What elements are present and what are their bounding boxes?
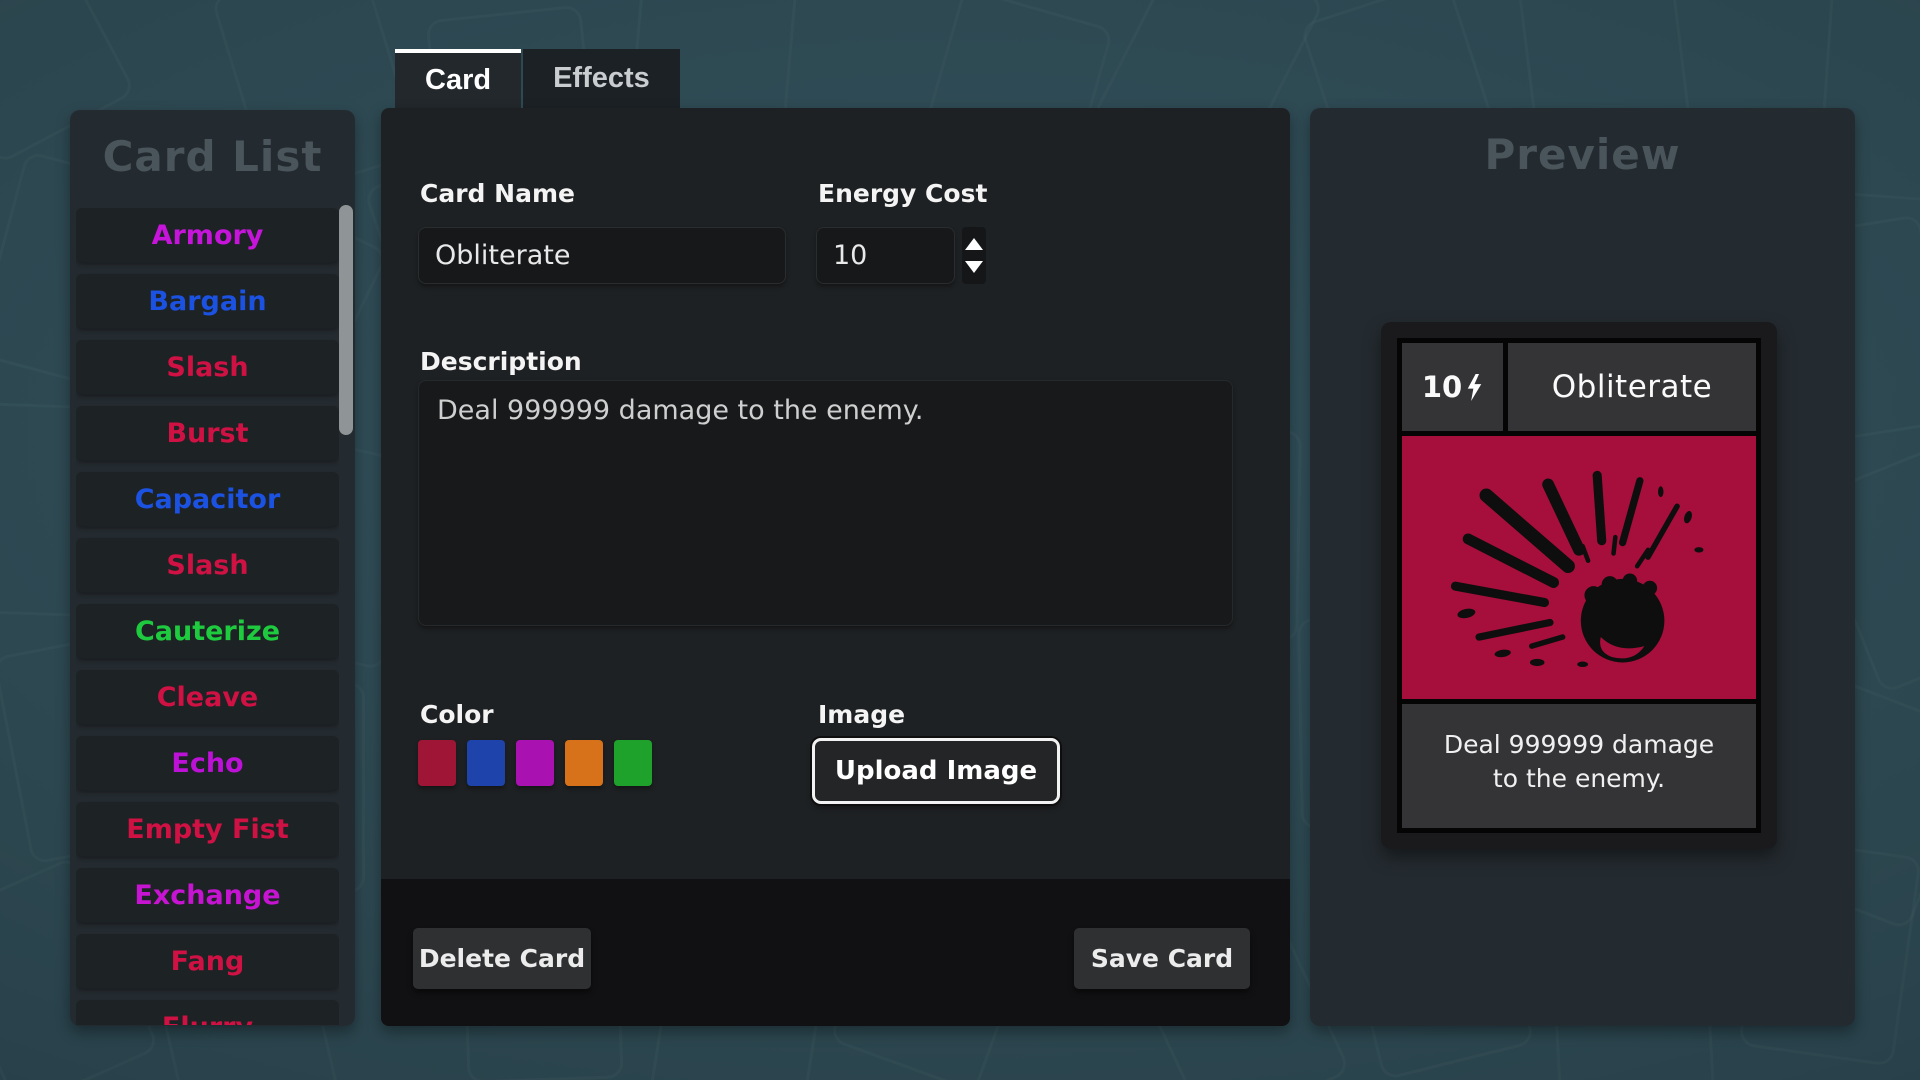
- card-list-item-label: Slash: [166, 352, 248, 383]
- card-name-label: Card Name: [420, 179, 575, 208]
- card-list-item[interactable]: Armory: [76, 208, 339, 262]
- card-list-item-label: Armory: [152, 220, 264, 251]
- card-list-item-label: Exchange: [134, 880, 280, 911]
- tab-effects[interactable]: Effects: [523, 49, 680, 108]
- card-list-item-label: Cauterize: [135, 616, 280, 647]
- card-list-item-label: Empty Fist: [126, 814, 289, 845]
- preview-title: Preview: [1310, 130, 1855, 179]
- card-list-item[interactable]: Empty Fist: [76, 802, 339, 856]
- preview-cost-box: 10: [1402, 343, 1503, 431]
- card-list-scrollbar-thumb[interactable]: [339, 205, 353, 435]
- card-name-input[interactable]: [418, 227, 786, 284]
- card-list-item[interactable]: Cauterize: [76, 604, 339, 658]
- card-list-item-label: Bargain: [148, 286, 266, 317]
- card-list-item[interactable]: Bargain: [76, 274, 339, 328]
- tab-bar: Card Effects: [395, 49, 680, 108]
- description-input[interactable]: Deal 999999 damage to the enemy.: [418, 380, 1233, 626]
- card-list-item-label: Flurry: [162, 1012, 253, 1026]
- card-preview-frame: 10 Obliterate: [1397, 338, 1761, 833]
- energy-cost-input[interactable]: [816, 227, 955, 284]
- card-preview-header: 10 Obliterate: [1402, 343, 1756, 431]
- color-swatch-row: [418, 740, 652, 786]
- save-card-button[interactable]: Save Card: [1074, 928, 1250, 989]
- color-swatch-orange[interactable]: [565, 740, 603, 786]
- preview-card-description: Deal 999999 damage to the enemy.: [1402, 704, 1756, 828]
- delete-card-button[interactable]: Delete Card: [413, 928, 591, 989]
- card-list-panel: Card List Armory Bargain Slash Burst Cap…: [70, 110, 355, 1026]
- card-list-item[interactable]: Slash: [76, 538, 339, 592]
- tab-card[interactable]: Card: [395, 49, 521, 108]
- energy-cost-label: Energy Cost: [818, 179, 987, 208]
- explosion-icon: [1412, 459, 1746, 677]
- editor-bottom-bar: Delete Card Save Card: [381, 879, 1290, 1026]
- card-list-item-label: Cleave: [157, 682, 259, 713]
- upload-image-button[interactable]: Upload Image: [812, 738, 1060, 804]
- card-preview: 10 Obliterate: [1381, 322, 1777, 849]
- card-list-title: Card List: [70, 132, 355, 181]
- card-list-item-label: Fang: [171, 946, 245, 977]
- card-list-item[interactable]: Burst: [76, 406, 339, 460]
- color-swatch-crimson[interactable]: [418, 740, 456, 786]
- description-label: Description: [420, 347, 582, 376]
- arrow-up-icon: [965, 238, 983, 250]
- card-list-item[interactable]: Slash: [76, 340, 339, 394]
- color-label: Color: [420, 700, 494, 729]
- card-list-item[interactable]: Echo: [76, 736, 339, 790]
- preview-cost-value: 10: [1422, 370, 1462, 404]
- card-list: Armory Bargain Slash Burst Capacitor Sla…: [76, 208, 339, 1025]
- stepper-down-button[interactable]: [964, 260, 984, 274]
- card-list-item-label: Capacitor: [135, 484, 281, 515]
- stepper-up-button[interactable]: [964, 237, 984, 251]
- card-list-item[interactable]: Fang: [76, 934, 339, 988]
- energy-icon: [1466, 374, 1483, 401]
- color-swatch-blue[interactable]: [467, 740, 505, 786]
- color-swatch-green[interactable]: [614, 740, 652, 786]
- arrow-down-icon: [965, 261, 983, 273]
- app-window: Card List Armory Bargain Slash Burst Cap…: [0, 0, 1920, 1080]
- energy-cost-stepper: [962, 227, 986, 284]
- preview-card-name: Obliterate: [1508, 343, 1756, 431]
- card-list-item[interactable]: Exchange: [76, 868, 339, 922]
- image-label: Image: [818, 700, 905, 729]
- card-list-item-label: Slash: [166, 550, 248, 581]
- card-editor-panel: Card Name Energy Cost Description Deal 9…: [381, 108, 1290, 1026]
- preview-panel: Preview 10 Obliterate: [1310, 108, 1855, 1026]
- card-list-item[interactable]: Capacitor: [76, 472, 339, 526]
- card-list-item-label: Burst: [166, 418, 248, 449]
- card-list-item-label: Echo: [171, 748, 243, 779]
- card-list-item[interactable]: Flurry: [76, 1000, 339, 1025]
- card-list-item[interactable]: Cleave: [76, 670, 339, 724]
- color-swatch-purple[interactable]: [516, 740, 554, 786]
- preview-card-art: [1402, 436, 1756, 699]
